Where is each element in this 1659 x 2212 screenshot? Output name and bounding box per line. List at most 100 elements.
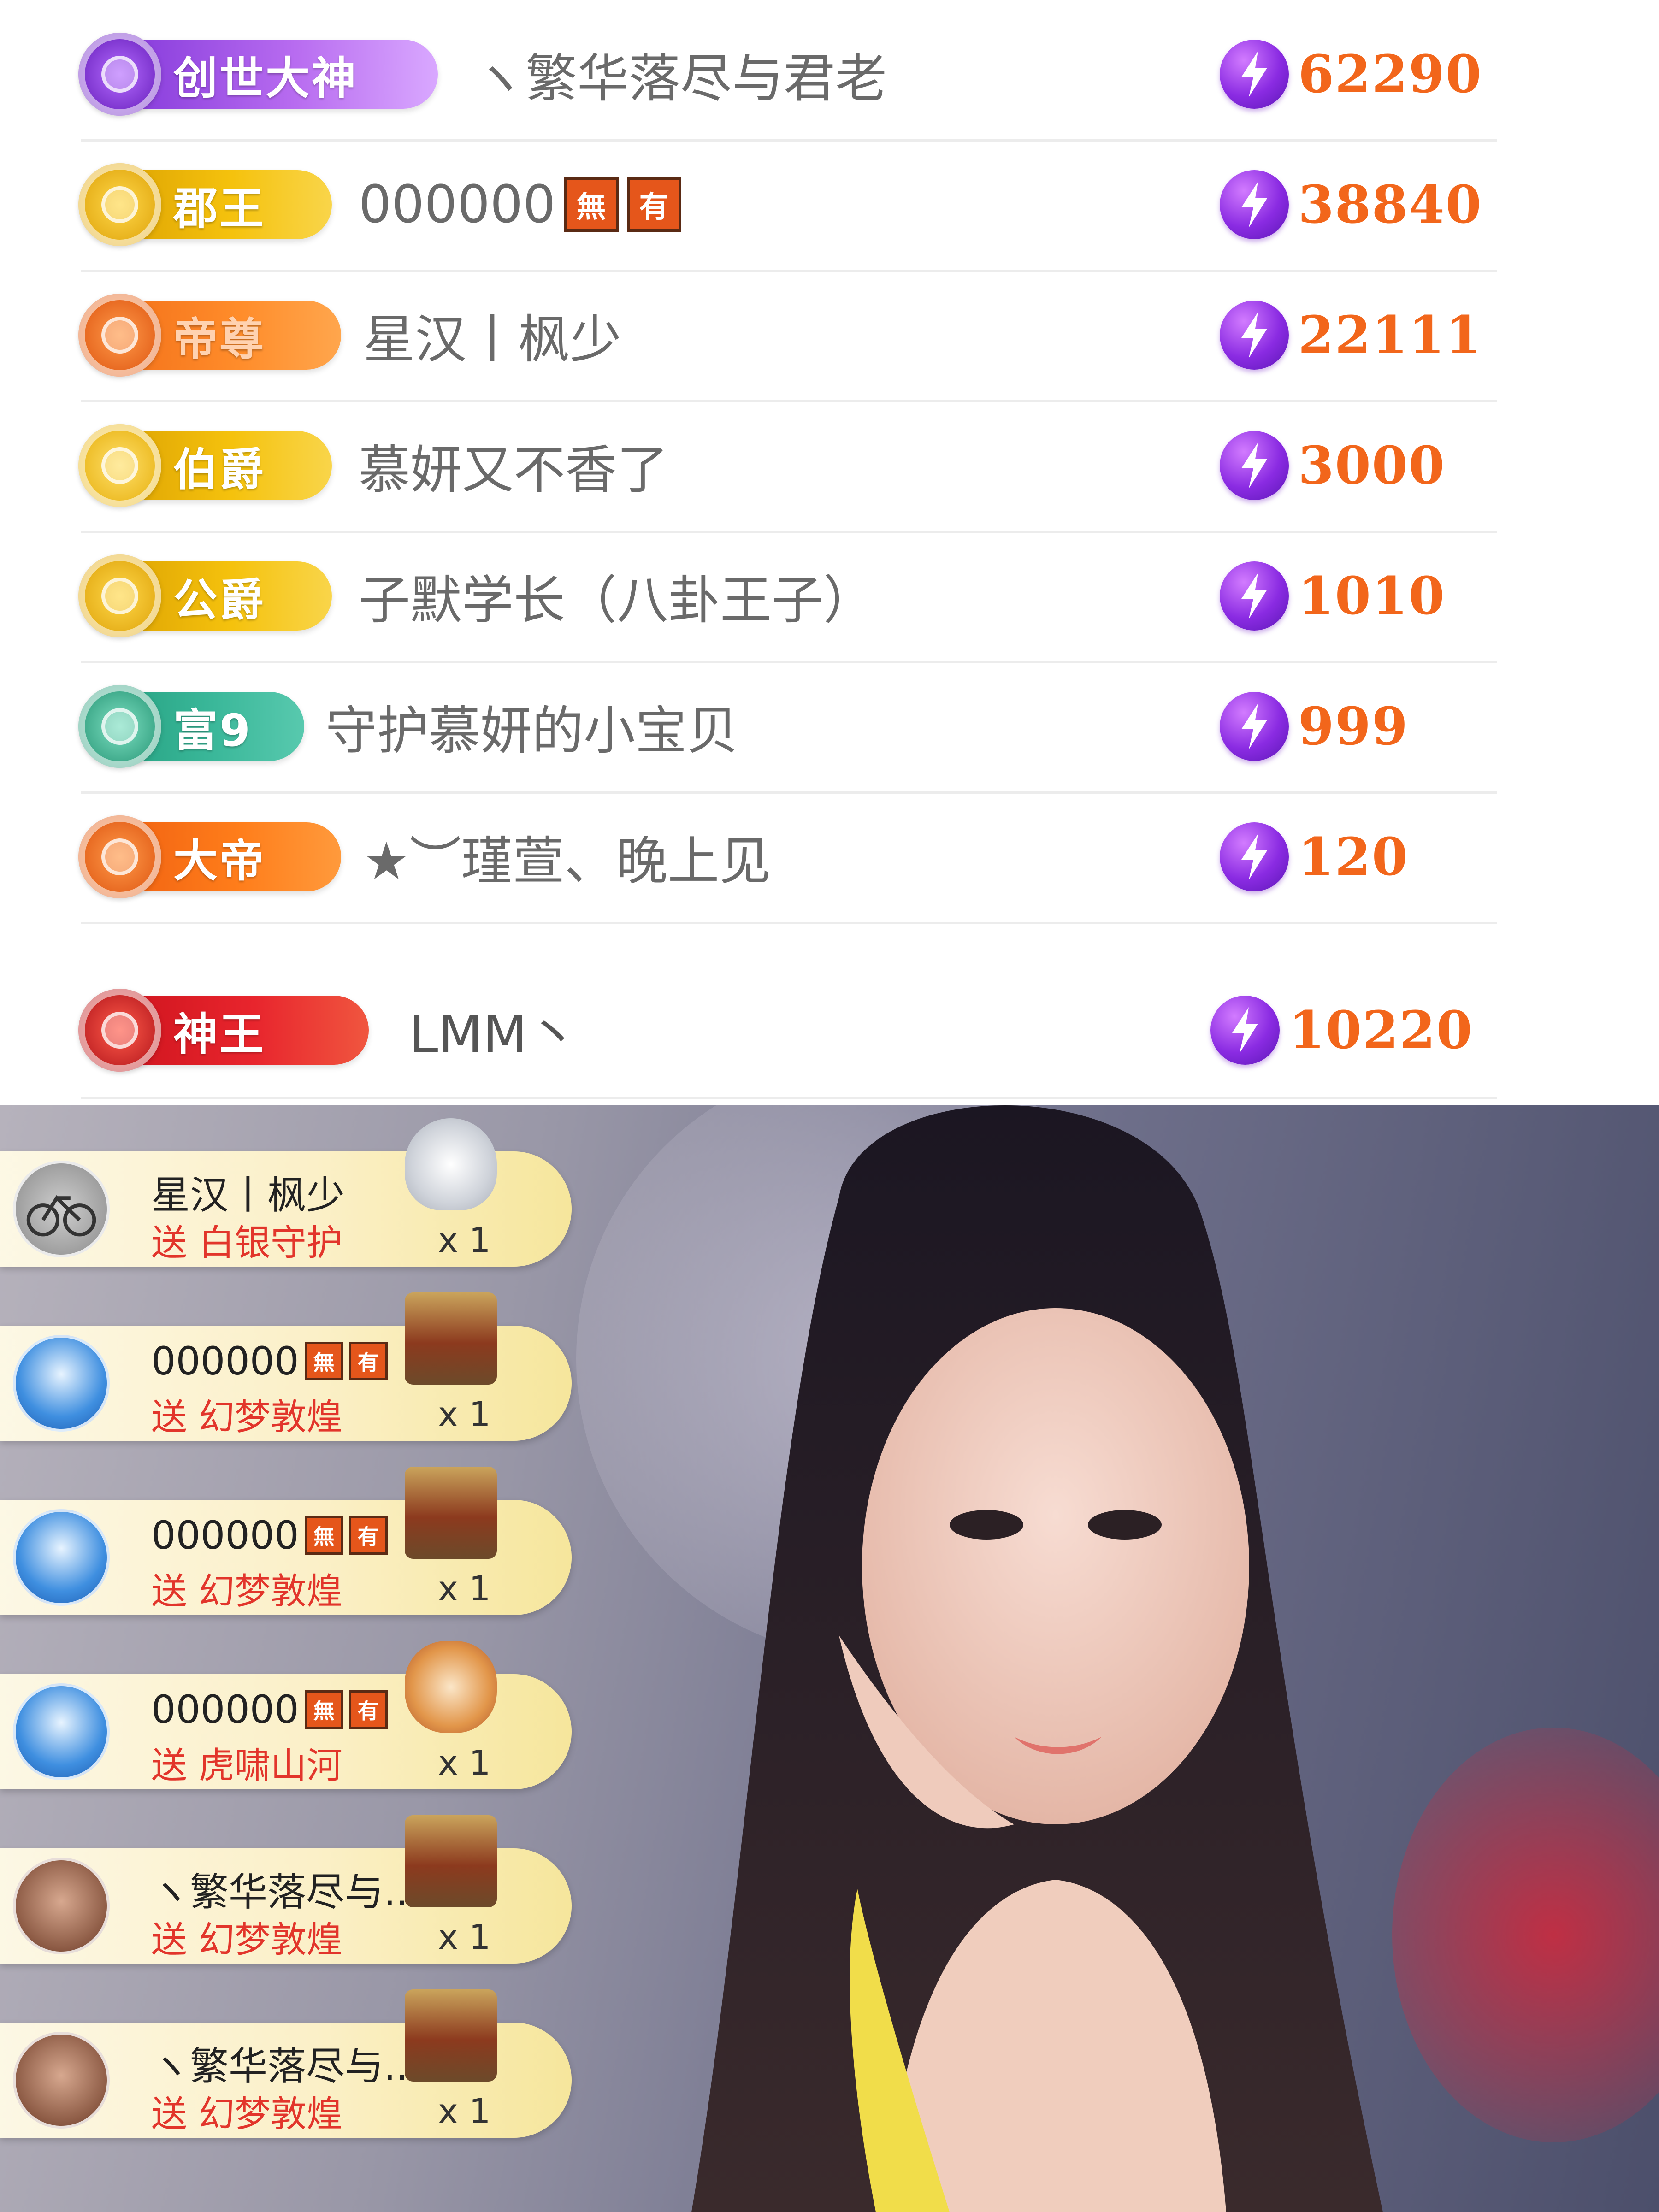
user-avatar[interactable] xyxy=(13,1161,110,1257)
user-name[interactable]: ★︶瑾萱、晚上见 xyxy=(363,820,771,894)
level-badge: 帝尊 xyxy=(78,294,341,377)
sender-name: 000000 xyxy=(151,1339,299,1384)
badge-orb-icon xyxy=(78,989,161,1072)
gift-description: 送 幻梦敦煌 xyxy=(151,2085,342,2137)
gift-action: 送 xyxy=(151,1919,188,1961)
gift-description: 送 幻梦敦煌 xyxy=(151,1563,342,1614)
user-avatar[interactable] xyxy=(13,1335,110,1432)
score-value: 120 xyxy=(1298,826,1409,887)
score-value: 22111 xyxy=(1298,305,1482,366)
score-value: 10220 xyxy=(1289,1000,1473,1061)
badge-label: 大帝 xyxy=(173,835,266,887)
rank-row[interactable]: 伯爵 慕妍又不香了 3000 xyxy=(78,401,1497,533)
user-name[interactable]: 守护慕妍的小宝贝 xyxy=(325,689,738,764)
dunhuang-palace-icon xyxy=(405,1292,497,1385)
badge-orb-icon xyxy=(78,163,161,246)
gift-sender: ヽ繁华落尽与... xyxy=(151,1861,420,1917)
live-stream-video[interactable]: 星汉丨枫少 送 白银守护 x 1 000000 無 有 送 幻梦敦煌 x 1 0… xyxy=(0,1105,1659,2212)
score-value: 62290 xyxy=(1298,44,1482,105)
gift-name: 虎啸山河 xyxy=(198,1745,342,1787)
user-avatar[interactable] xyxy=(13,1683,110,1780)
score: 999 xyxy=(1220,692,1409,761)
user-name-text: 守护慕妍的小宝贝 xyxy=(325,701,738,761)
user-name-text: 慕妍又不香了 xyxy=(359,440,668,500)
gift-notification[interactable]: ヽ繁华落尽与... 送 幻梦敦煌 x 1 xyxy=(0,1989,572,2138)
user-tag: 有 xyxy=(348,1342,388,1380)
level-badge: 创世大神 xyxy=(78,33,438,116)
user-tag: 無 xyxy=(304,1342,343,1380)
dunhuang-palace-icon xyxy=(405,1989,497,2082)
gift-notification[interactable]: 星汉丨枫少 送 白银守护 x 1 xyxy=(0,1118,572,1267)
lightning-icon xyxy=(1220,170,1289,239)
lightning-icon xyxy=(1220,561,1289,631)
badge-label: 郡王 xyxy=(173,183,266,235)
gift-notification[interactable]: 000000 無 有 送 虎啸山河 x 1 xyxy=(0,1641,572,1789)
gift-description: 送 幻梦敦煌 xyxy=(151,1388,342,1440)
streamer-figure xyxy=(691,1105,1383,2212)
sender-name: 000000 xyxy=(151,1513,299,1558)
user-avatar[interactable] xyxy=(13,1509,110,1606)
gift-name: 幻梦敦煌 xyxy=(198,2094,342,2135)
level-badge: 公爵 xyxy=(78,554,332,637)
score-value: 38840 xyxy=(1298,174,1482,235)
silver-guardian-icon xyxy=(405,1118,497,1210)
level-badge: 富9 xyxy=(78,685,304,768)
score-value: 1010 xyxy=(1298,566,1446,626)
user-name[interactable]: 子默学长（八卦王子） xyxy=(359,559,875,633)
gift-sender: 000000 無 有 xyxy=(151,1513,388,1558)
gift-action: 送 xyxy=(151,1745,188,1787)
gift-sender: 000000 無 有 xyxy=(151,1687,388,1732)
gift-name: 幻梦敦煌 xyxy=(198,1571,342,1612)
badge-label: 公爵 xyxy=(173,574,266,626)
rank-row[interactable]: 公爵 子默学长（八卦王子） 1010 xyxy=(78,531,1497,663)
tiger-icon xyxy=(405,1641,497,1733)
user-name[interactable]: 000000 無 有 xyxy=(359,175,681,235)
user-tag: 有 xyxy=(348,1516,388,1555)
user-name-text: 子默学长（八卦王子） xyxy=(359,571,875,631)
user-tag: 無 xyxy=(304,1690,343,1729)
lightning-icon xyxy=(1220,692,1289,761)
rank-row[interactable]: 创世大神 ヽ繁华落尽与君老 62290 xyxy=(78,9,1497,142)
score: 1010 xyxy=(1220,561,1446,631)
gift-count: x 1 xyxy=(438,1569,491,1609)
gift-count: x 1 xyxy=(438,2092,491,2131)
gift-action: 送 xyxy=(151,1571,188,1612)
rank-row[interactable]: 富9 守护慕妍的小宝贝 999 xyxy=(78,661,1497,794)
user-name[interactable]: LMM丶 xyxy=(409,993,579,1068)
badge-label: 神王 xyxy=(173,1008,266,1060)
rank-row[interactable]: 郡王 000000 無 有 38840 xyxy=(78,140,1497,272)
gift-name: 白银守护 xyxy=(198,1222,342,1264)
user-tag: 有 xyxy=(626,177,681,232)
user-tag: 有 xyxy=(348,1690,388,1729)
sender-name: ヽ繁华落尽与... xyxy=(151,2044,421,2089)
gift-notification[interactable]: ヽ繁华落尽与... 送 幻梦敦煌 x 1 xyxy=(0,1815,572,1964)
my-rank-row[interactable]: 神王 LMM丶 10220 xyxy=(78,963,1497,1099)
gift-sender: ヽ繁华落尽与... xyxy=(151,2035,420,2091)
ranking-list: 创世大神 ヽ繁华落尽与君老 62290 郡王 000000 無 有 38840 xyxy=(0,0,1659,1105)
user-name[interactable]: ヽ繁华落尽与君老 xyxy=(474,37,887,112)
level-badge: 伯爵 xyxy=(78,424,332,507)
lightning-icon xyxy=(1220,431,1289,500)
gift-action: 送 xyxy=(151,1222,188,1264)
badge-orb-icon xyxy=(78,554,161,637)
dunhuang-palace-icon xyxy=(405,1815,497,1907)
score-value: 3000 xyxy=(1298,435,1446,496)
user-avatar[interactable] xyxy=(13,2032,110,2129)
sender-name: ヽ繁华落尽与... xyxy=(151,1870,421,1915)
gift-notification[interactable]: 000000 無 有 送 幻梦敦煌 x 1 xyxy=(0,1292,572,1441)
user-name[interactable]: 星汉丨枫少 xyxy=(363,298,621,372)
user-name-text: ★︶瑾萱、晚上见 xyxy=(363,832,771,891)
badge-orb-icon xyxy=(78,33,161,116)
level-badge: 神王 xyxy=(78,989,369,1072)
rank-row[interactable]: 大帝 ★︶瑾萱、晚上见 120 xyxy=(78,792,1497,924)
badge-orb-icon xyxy=(78,424,161,507)
user-name[interactable]: 慕妍又不香了 xyxy=(359,428,668,503)
gift-notification[interactable]: 000000 無 有 送 幻梦敦煌 x 1 xyxy=(0,1467,572,1615)
user-name-text: 星汉丨枫少 xyxy=(363,310,621,370)
user-avatar[interactable] xyxy=(13,1858,110,1954)
score: 62290 xyxy=(1220,40,1482,109)
score: 22111 xyxy=(1220,301,1482,370)
score: 120 xyxy=(1220,822,1409,891)
rank-row[interactable]: 帝尊 星汉丨枫少 22111 xyxy=(78,270,1497,402)
gift-name: 幻梦敦煌 xyxy=(198,1919,342,1961)
